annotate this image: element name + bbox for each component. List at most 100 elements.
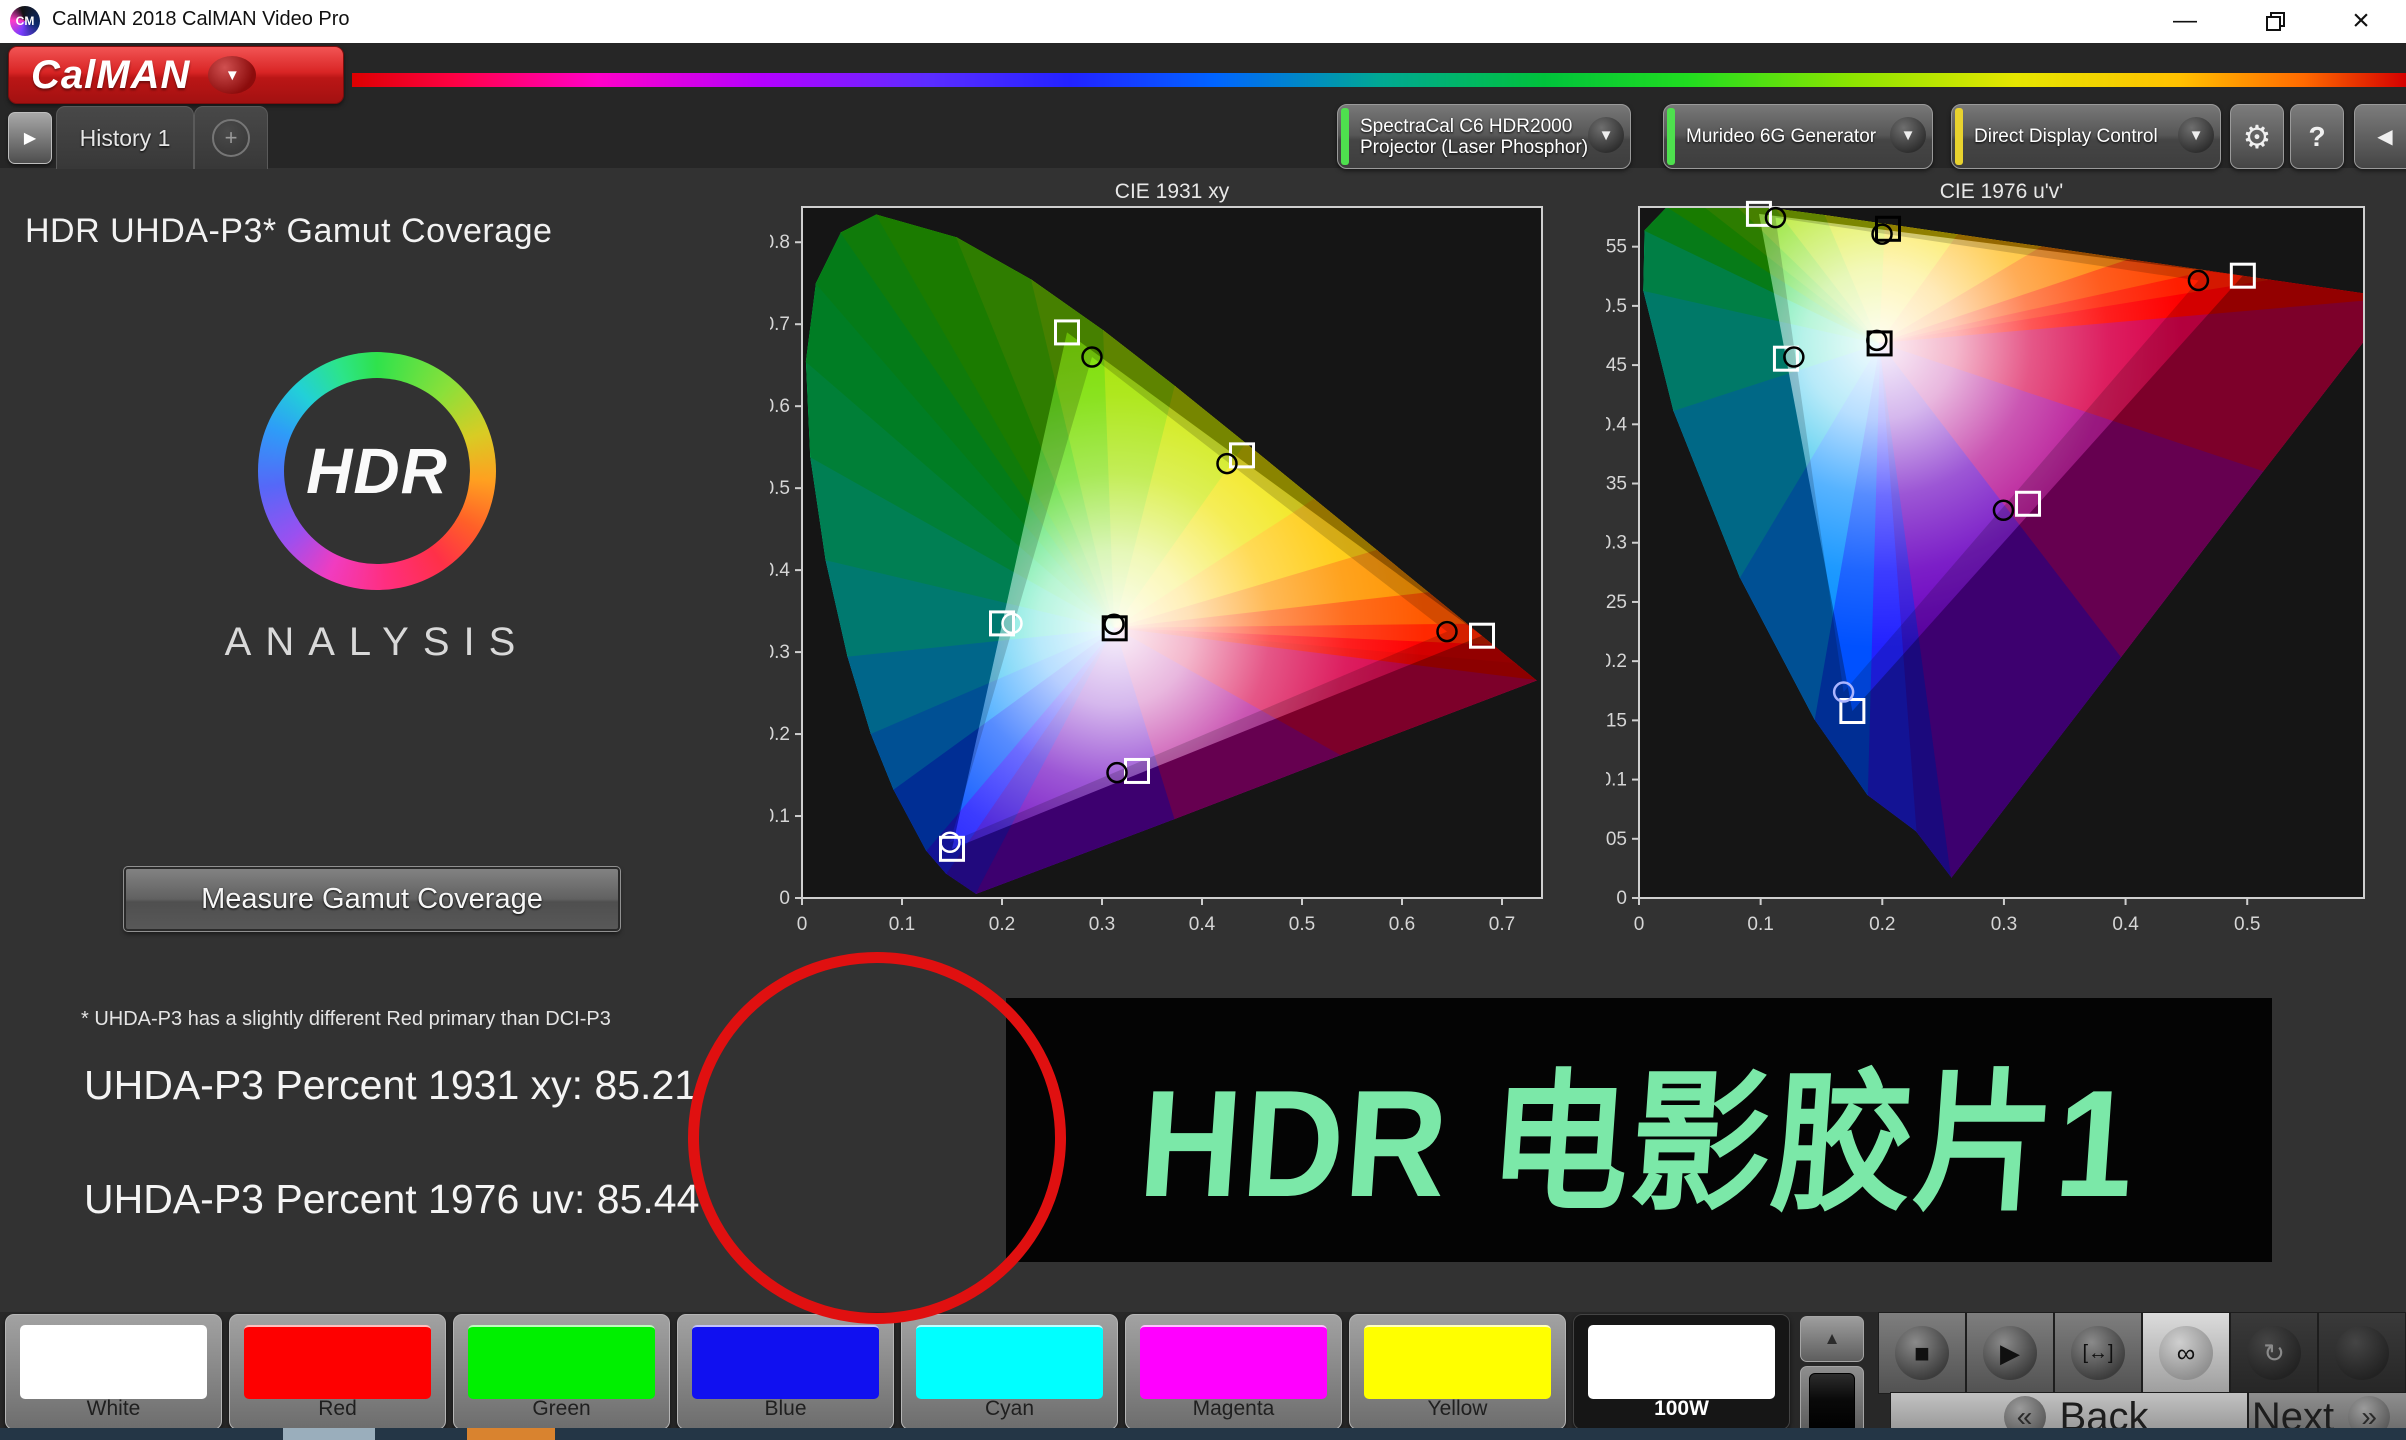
transport-play-button[interactable]: ▶ [1966, 1312, 2054, 1394]
y-tick-label: 0.15 [1606, 710, 1627, 731]
x-tick-label: 0.4 [1189, 914, 1216, 935]
measure-button-label: Measure Gamut Coverage [201, 882, 543, 915]
title-bar: CM CalMAN 2018 CalMAN Video Pro — × [0, 0, 2406, 43]
restore-button[interactable] [2240, 0, 2310, 42]
swatch-color-box [1588, 1325, 1775, 1399]
y-tick-label: 0 [1616, 888, 1627, 909]
swatch-color-box [916, 1325, 1103, 1399]
y-tick-label: 0.5 [770, 478, 790, 499]
calman-menu-button[interactable]: CalMAN ▼ [8, 46, 344, 104]
chevron-down-icon: ▼ [2178, 117, 2214, 153]
chevron-left-icon: ◀ [2377, 126, 2393, 148]
collapse-panel-button[interactable]: ◀ [2354, 104, 2406, 169]
app-logo-icon: CM [10, 6, 40, 36]
transport-stop-button[interactable]: ■ [1878, 1312, 1966, 1394]
pattern-up-button[interactable]: ▲ [1800, 1316, 1864, 1362]
pattern-swatch-yellow[interactable]: Yellow [1349, 1314, 1566, 1430]
transport-range-button[interactable]: [↔] [2054, 1312, 2142, 1394]
play-icon: ▶ [1983, 1326, 2037, 1380]
window-title: CalMAN 2018 CalMAN Video Pro [52, 8, 350, 30]
x-tick-label: 0.7 [1489, 914, 1515, 935]
x-tick-label: 0.1 [889, 914, 915, 935]
taskbar-app-segment [467, 1428, 555, 1440]
y-tick-label: 0.7 [770, 314, 790, 335]
pattern-swatch-green[interactable]: Green [453, 1314, 670, 1430]
swatch-label: Green [532, 1397, 591, 1420]
y-tick-label: 0 [779, 888, 790, 909]
y-tick-label: 0.2 [770, 724, 790, 745]
chart-title: CIE 1976 u'v' [1940, 180, 2064, 203]
y-tick-label: 0.1 [770, 806, 790, 827]
plus-icon: + [212, 119, 250, 157]
cie-1931-xy-chart: CIE 1931 xy 0 0.1 0.2 0.3 0.4 0.5 0.6 0.7 0 0.1 0.2… [764, 180, 1562, 942]
windows-taskbar-sliver [0, 1428, 2406, 1440]
pattern-swatch-100w[interactable]: 100W [1573, 1314, 1790, 1430]
swatch-color-box [692, 1325, 879, 1399]
gear-icon: ⚙ [2242, 118, 2272, 155]
minimize-button[interactable]: — [2150, 0, 2220, 42]
video-overlay-caption: HDR 电影胶片1 [1006, 998, 2272, 1262]
add-tab-button[interactable]: + [194, 106, 268, 169]
device-label: SpectraCal C6 HDR2000 Projector (Laser Ph… [1360, 115, 1589, 158]
result-label: UHDA-P3 Percent 1931 xy: [84, 1062, 584, 1108]
pattern-swatch-red[interactable]: Red [229, 1314, 446, 1430]
y-tick-label: 0.5 [1606, 296, 1627, 317]
layout-expander-button[interactable]: ▶ [8, 112, 52, 164]
y-tick-label: 0.45 [1606, 355, 1627, 376]
y-tick-label: 0.8 [770, 232, 790, 253]
result-value: 85.44 [596, 1176, 700, 1222]
pattern-swatch-cyan[interactable]: Cyan [901, 1314, 1118, 1430]
device-status-indicator [1667, 108, 1675, 165]
loop-icon: ∞ [2159, 1326, 2213, 1380]
close-button[interactable]: × [2326, 0, 2396, 42]
extra-icon [2335, 1326, 2389, 1380]
measure-gamut-coverage-button[interactable]: Measure Gamut Coverage [123, 866, 621, 932]
transport-loop-button[interactable]: ∞ [2142, 1312, 2230, 1394]
x-tick-label: 0.1 [1747, 914, 1773, 935]
y-tick-label: 0.4 [1606, 414, 1627, 435]
help-button[interactable]: ? [2290, 104, 2344, 169]
swatch-color-box [244, 1325, 431, 1399]
transport-extra-button[interactable] [2318, 1312, 2406, 1394]
device-label: Direct Display Control [1974, 126, 2158, 147]
chart-svg: CIE 1976 u'v' 0 0.1 0.2 0.3 0.4 0.5 0 0.05 0.1 0.1… [1590, 180, 2365, 935]
device-dropdown-generator[interactable]: Murideo 6G Generator ▼ [1663, 104, 1933, 169]
result-label: UHDA-P3 Percent 1976 uv: [84, 1176, 586, 1222]
x-tick-label: 0.5 [1289, 914, 1315, 935]
swatch-label: White [86, 1397, 141, 1420]
y-tick-label: 0.3 [770, 642, 790, 663]
y-tick-label: 0.35 [1606, 474, 1627, 495]
chevron-down-icon: ▼ [1890, 117, 1926, 153]
range-icon: [↔] [2071, 1326, 2125, 1380]
cie-1976-uv-chart: CIE 1976 u'v' 0 0.1 0.2 0.3 0.4 0.5 0 0.05 0.1 0.1… [1590, 180, 2406, 942]
swatch-label: Blue [764, 1397, 807, 1420]
question-icon: ? [2308, 120, 2326, 152]
x-tick-label: 0.3 [1089, 914, 1115, 935]
y-tick-label: 0.3 [1606, 533, 1627, 554]
refresh-icon: ↻ [2247, 1326, 2301, 1380]
chart-title: CIE 1931 xy [1115, 180, 1230, 203]
transport-refresh-button[interactable]: ↻ [2230, 1312, 2318, 1394]
close-icon: × [2352, 4, 2370, 37]
x-tick-label: 0 [797, 914, 808, 935]
device-dropdown-meter[interactable]: SpectraCal C6 HDR2000 Projector (Laser Ph… [1337, 104, 1631, 169]
device-status-indicator [1341, 108, 1349, 165]
swatch-label: Yellow [1427, 1397, 1488, 1420]
pattern-swatch-blue[interactable]: Blue [677, 1314, 894, 1430]
pattern-swatch-magenta[interactable]: Magenta [1125, 1314, 1342, 1430]
settings-button[interactable]: ⚙ [2230, 104, 2284, 169]
pattern-swatch-white[interactable]: White [5, 1314, 222, 1430]
swatch-label: Red [318, 1397, 357, 1420]
swatch-color-box [20, 1325, 207, 1399]
y-tick-label: 0.4 [770, 560, 790, 581]
x-tick-label: 0.2 [989, 914, 1015, 935]
tab-history-1[interactable]: History 1 [56, 106, 194, 169]
swatch-label: Cyan [984, 1397, 1035, 1420]
device-dropdown-display[interactable]: Direct Display Control ▼ [1951, 104, 2221, 169]
percent-1931-result: UHDA-P3 Percent 1931 xy: 85.21 [84, 1062, 697, 1109]
chevron-down-icon: ▼ [208, 56, 257, 94]
toggle-knob [1809, 1373, 1855, 1433]
hdr-logo-text: HDR [306, 435, 448, 507]
analysis-label: ANALYSIS [224, 620, 530, 664]
rainbow-gradient-bar [352, 73, 2406, 87]
